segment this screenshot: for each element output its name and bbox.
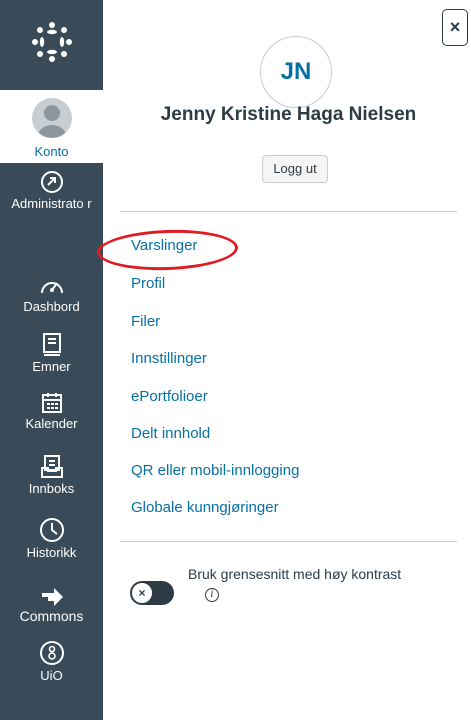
sidebar-item-label: Kalender bbox=[25, 416, 78, 431]
close-icon: × bbox=[449, 17, 461, 37]
sidebar-item-dashbord[interactable]: Dashbord bbox=[0, 275, 103, 314]
shield-icon bbox=[40, 171, 63, 193]
info-symbol: i bbox=[210, 589, 214, 600]
avatar-initials: JN bbox=[280, 58, 312, 85]
calendar-icon bbox=[41, 393, 62, 413]
sidebar-item-label: Emner bbox=[32, 359, 71, 374]
logout-button[interactable]: Logg ut bbox=[262, 155, 328, 183]
divider bbox=[120, 541, 457, 542]
sidebar-item-administrator[interactable]: Administrato r bbox=[0, 170, 103, 211]
sidebar-item-kalender[interactable]: Kalender bbox=[0, 392, 103, 431]
clock-icon bbox=[39, 518, 64, 542]
sidebar-item-label: UiO bbox=[40, 668, 63, 683]
uio-icon bbox=[39, 641, 64, 665]
sidebar-item-uio[interactable]: UiO bbox=[0, 640, 103, 683]
sidebar-item-label: Administrato r bbox=[11, 196, 92, 211]
link-filer[interactable]: Filer bbox=[131, 313, 160, 330]
link-globale-kunngjoringer[interactable]: Globale kunngjøringer bbox=[131, 499, 279, 516]
link-profil[interactable]: Profil bbox=[131, 275, 165, 292]
high-contrast-toggle[interactable]: × bbox=[130, 581, 174, 605]
user-avatar-icon bbox=[32, 98, 72, 138]
toggle-symbol: × bbox=[138, 586, 146, 600]
sidebar-item-label: Innboks bbox=[28, 481, 75, 496]
book-icon bbox=[42, 333, 61, 356]
info-icon[interactable]: i bbox=[205, 588, 219, 602]
logout-label: Logg ut bbox=[273, 161, 317, 176]
global-navigation-sidebar: Konto Administrato r Dashbord Emner Kale… bbox=[0, 0, 103, 720]
link-innstillinger[interactable]: Innstillinger bbox=[131, 350, 207, 367]
sidebar-item-commons[interactable]: Commons bbox=[0, 587, 103, 624]
close-button[interactable]: × bbox=[442, 9, 468, 46]
canvas-logo[interactable] bbox=[0, 0, 103, 90]
user-name: Jenny Kristine Haga Nielsen bbox=[160, 104, 417, 125]
sidebar-item-label: Historikk bbox=[26, 545, 77, 560]
sidebar-item-historikk[interactable]: Historikk bbox=[0, 517, 103, 560]
link-qr-mobil-innlogging[interactable]: QR eller mobil-innlogging bbox=[131, 462, 299, 479]
inbox-icon bbox=[40, 455, 63, 478]
sidebar-item-innboks[interactable]: Innboks bbox=[0, 455, 103, 496]
sidebar-item-label: Dashbord bbox=[23, 299, 80, 314]
divider bbox=[120, 211, 457, 212]
sidebar-item-label: Konto bbox=[34, 144, 69, 159]
sidebar-item-emner[interactable]: Emner bbox=[0, 333, 103, 374]
canvas-logo-icon bbox=[32, 22, 72, 62]
toggle-off-icon: × bbox=[131, 582, 153, 604]
link-delt-innhold[interactable]: Delt innhold bbox=[131, 425, 210, 442]
link-eportfolioer[interactable]: ePortfolioer bbox=[131, 388, 208, 405]
sidebar-item-label: Commons bbox=[19, 608, 84, 624]
sidebar-item-konto[interactable]: Konto bbox=[0, 90, 103, 163]
dashboard-gauge-icon bbox=[40, 282, 63, 294]
commons-arrow-icon bbox=[41, 588, 63, 606]
avatar: JN bbox=[260, 36, 332, 108]
high-contrast-label: Bruk grensesnitt med høy kontrast bbox=[188, 566, 402, 582]
